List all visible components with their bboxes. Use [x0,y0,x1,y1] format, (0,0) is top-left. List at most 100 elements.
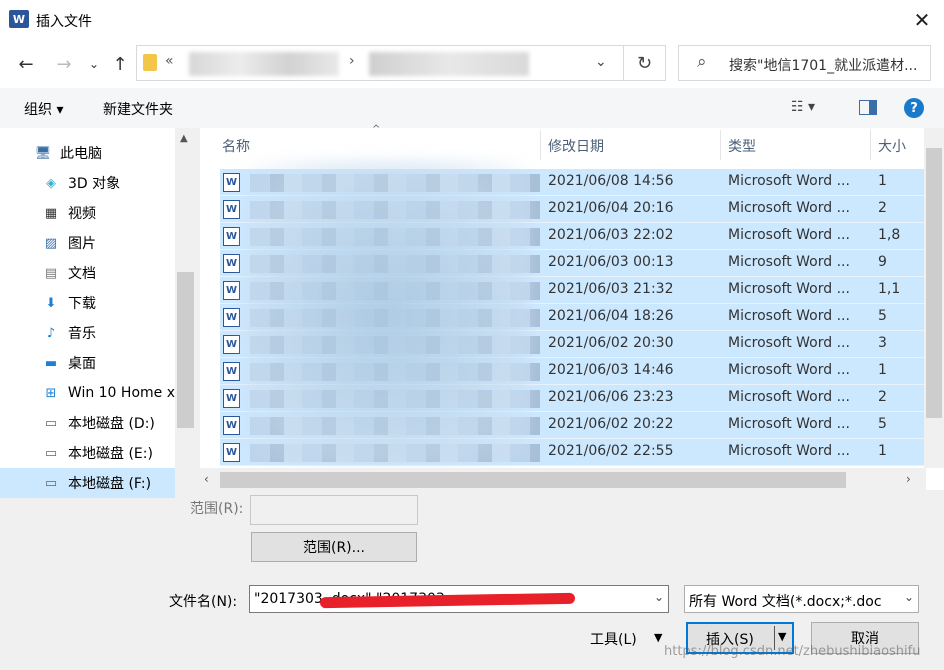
file-modified-date: 2021/06/03 22:02 [548,227,674,243]
search-icon: ⌕ [697,52,707,72]
pc-icon: 🖥 [34,145,52,161]
sidebar-item[interactable]: ♪ 音乐 [0,318,175,348]
range-button[interactable]: 范围(R)... [251,532,417,562]
drive-icon: ▭ [44,475,58,491]
folder-icon [143,54,157,71]
sidebar-item-label: 视频 [68,206,96,222]
sidebar-item-label: 本地磁盘 (E:) [68,446,153,462]
refresh-button[interactable]: ↻ [624,45,666,81]
caret-down-icon[interactable]: ▼ [654,631,662,644]
file-modified-date: 2021/06/03 00:13 [548,254,674,270]
title-bar [0,0,944,40]
word-document-icon: W [223,308,240,327]
scroll-up-icon[interactable]: ▲ [180,133,188,144]
filename-input[interactable]: "2017303 .docx" "2017303 ⌄ [249,585,669,613]
sidebar-item[interactable]: ◈ 3D 对象 [0,168,175,198]
help-button[interactable]: ? [904,98,924,118]
word-document-icon: W [223,200,240,219]
scroll-left-icon[interactable]: ‹ [204,472,209,486]
search-box[interactable]: ⌕ 搜索"地信1701_就业派遣材... [678,45,931,81]
file-type: Microsoft Word ... [728,335,850,351]
address-dropdown-icon[interactable]: ⌄ [595,54,607,70]
sidebar-item[interactable]: ▭ 本地磁盘 (E:) [0,438,175,468]
range-input[interactable] [250,495,418,525]
breadcrumb-separator-icon: › [349,53,355,69]
file-type-filter[interactable]: 所有 Word 文档(*.docx;*.doc ⌄ [684,585,919,613]
column-divider[interactable] [870,130,871,160]
desktop-icon: ▬ [44,355,58,371]
sidebar-item[interactable]: ▤ 文档 [0,258,175,288]
sidebar-item-label: 本地磁盘 (D:) [68,416,155,432]
vertical-scrollbar-thumb[interactable] [926,148,942,418]
file-type: Microsoft Word ... [728,416,850,432]
range-label: 范围(R): [190,501,244,517]
sidebar-item-label: 文档 [68,266,96,282]
windows-drive-icon: ⊞ [45,385,57,401]
organize-menu[interactable]: 组织 ▾ [24,99,63,119]
sidebar-item[interactable]: ▬ 桌面 [0,348,175,378]
sidebar-item-label: 此电脑 [60,146,102,162]
column-header-modified[interactable]: 修改日期 [548,136,604,156]
music-icon: ♪ [46,325,56,341]
word-document-icon: W [223,443,240,462]
file-type: Microsoft Word ... [728,200,850,216]
breadcrumb-overflow[interactable]: « [165,53,174,69]
search-placeholder: 搜索"地信1701_就业派遣材... [729,58,918,74]
file-modified-date: 2021/06/02 22:55 [548,443,674,459]
nav-scrollbar-thumb[interactable] [177,272,194,428]
document-icon: ▤ [44,265,58,281]
sidebar-item[interactable]: ▨ 图片 [0,228,175,258]
file-modified-date: 2021/06/02 20:22 [548,416,674,432]
word-document-icon: W [223,254,240,273]
caret-down-icon[interactable]: ▼ [778,630,786,643]
file-type: Microsoft Word ... [728,308,850,324]
breadcrumb-segment[interactable] [369,52,529,76]
sidebar-item[interactable]: ⊞ Win 10 Home x [0,378,176,408]
back-button[interactable]: ← [12,52,40,76]
breadcrumb-segment[interactable] [189,52,339,76]
word-document-icon: W [223,173,240,192]
file-type: Microsoft Word ... [728,173,850,189]
chevron-down-icon[interactable]: ⌄ [904,590,914,604]
sidebar-item[interactable]: ▦ 视频 [0,198,175,228]
preview-pane-icon[interactable] [859,100,877,115]
sidebar-item-label: 下载 [68,296,96,312]
file-modified-date: 2021/06/04 20:16 [548,200,674,216]
tools-menu[interactable]: 工具(L) [590,629,637,649]
word-document-icon: W [223,362,240,381]
sidebar-item[interactable]: ⬇ 下载 [0,288,175,318]
column-divider[interactable] [720,130,721,160]
sidebar-item[interactable]: ▭ 本地磁盘 (F:) [0,468,175,498]
column-divider[interactable] [540,130,541,160]
file-modified-date: 2021/06/06 23:23 [548,389,674,405]
horizontal-scrollbar-thumb[interactable] [220,472,846,488]
up-button[interactable]: ↑ [106,52,134,76]
drive-icon: ▭ [44,445,58,461]
filename-label: 文件名(N): [169,594,238,610]
word-document-icon: W [223,335,240,354]
word-document-icon: W [223,416,240,435]
file-type: Microsoft Word ... [728,227,850,243]
cube-icon: ◈ [46,175,56,191]
new-folder-button[interactable]: 新建文件夹 [103,99,173,119]
close-button[interactable]: ✕ [900,0,944,40]
column-header-type[interactable]: 类型 [728,136,756,156]
drive-icon: ▭ [44,415,58,431]
file-modified-date: 2021/06/02 20:30 [548,335,674,351]
sidebar-item-label: 3D 对象 [68,176,121,192]
sidebar-item[interactable]: 🖥 此电脑 [0,138,175,168]
file-type: Microsoft Word ... [728,254,850,270]
column-header-size[interactable]: 大小 [878,136,906,156]
scroll-right-icon[interactable]: › [906,472,911,486]
file-type: Microsoft Word ... [728,281,850,297]
forward-button[interactable]: → [50,52,78,76]
view-options-icon[interactable]: ☷ ▾ [791,99,815,115]
sidebar-item[interactable]: ▭ 本地磁盘 (D:) [0,408,175,438]
address-bar[interactable]: « › ⌄ [136,45,624,81]
recent-locations-button[interactable]: ⌄ [80,52,108,76]
file-type: Microsoft Word ... [728,362,850,378]
watermark: https://blog.csdn.net/zhebushibiaoshifu [664,644,921,659]
chevron-down-icon[interactable]: ⌄ [654,590,664,604]
column-header-name[interactable]: 名称 [222,136,250,156]
file-modified-date: 2021/06/08 14:56 [548,173,674,189]
